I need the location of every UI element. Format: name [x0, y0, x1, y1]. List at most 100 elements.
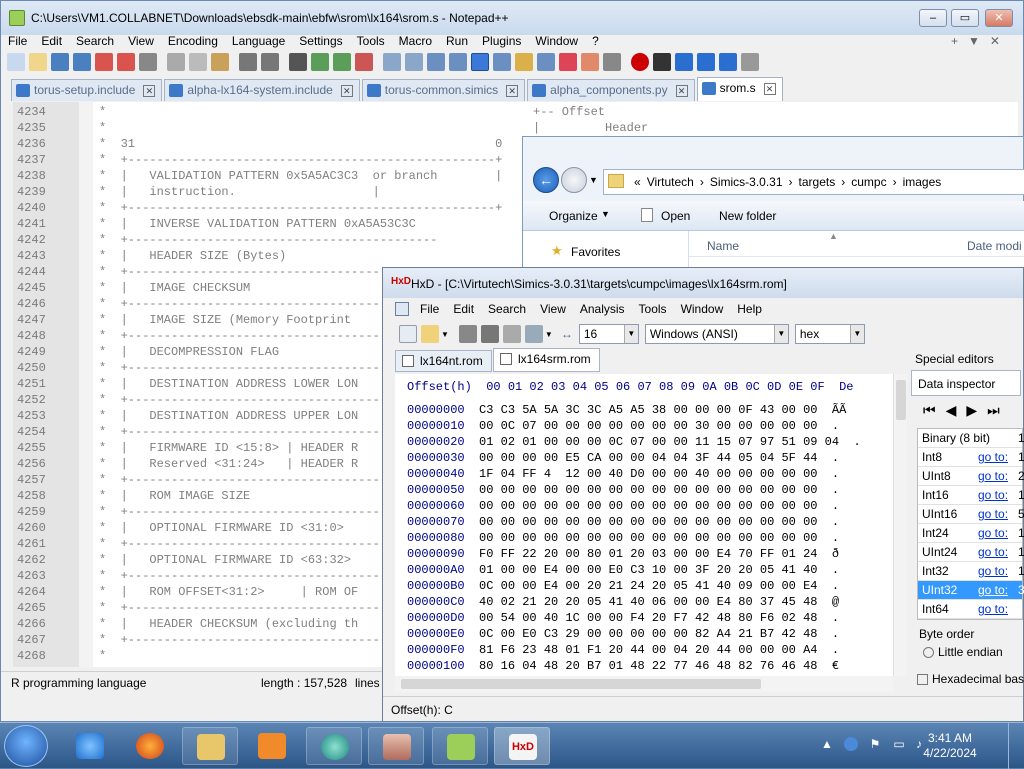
- hxd-menu-search[interactable]: Search: [481, 300, 533, 318]
- scroll-thumb[interactable]: [896, 380, 906, 420]
- hxd-menu-file[interactable]: File: [413, 300, 446, 318]
- hex-ascii[interactable]: .: [832, 499, 839, 513]
- inspector-row[interactable]: UInt24 go to: 1: [918, 543, 1024, 562]
- monitor-icon[interactable]: ▭: [892, 737, 906, 751]
- menu-tools[interactable]: Tools: [350, 32, 392, 50]
- hxd-open-dropdown-icon[interactable]: ▼: [441, 330, 449, 339]
- menu-file[interactable]: File: [1, 32, 34, 50]
- first-icon[interactable]: ⏮: [923, 402, 936, 419]
- hex-ascii[interactable]: .: [832, 579, 839, 593]
- inspector-row[interactable]: Int24 go to: 1: [918, 524, 1024, 543]
- hxd-new-icon[interactable]: [399, 325, 417, 343]
- hex-ascii[interactable]: .: [853, 435, 860, 449]
- tab-close-icon[interactable]: ✕: [143, 85, 156, 97]
- taskbar-app-curve[interactable]: [368, 727, 424, 765]
- npp-titlebar[interactable]: C:\Users\VM1.COLLABNET\Downloads\ebsdk-m…: [1, 1, 1023, 35]
- previous-icon[interactable]: ◀: [946, 402, 957, 419]
- hxd-print-icon[interactable]: [502, 325, 521, 343]
- hex-ascii[interactable]: ÃÃ: [832, 403, 846, 417]
- hex-ascii[interactable]: @: [832, 595, 839, 609]
- address-bar[interactable]: « Virtutech › Simics-3.0.31 › targets › …: [603, 169, 1024, 195]
- hex-bytes[interactable]: 00 00 00 00 00 00 00 00 00 00 00 00 00 0…: [479, 499, 817, 513]
- menu-edit[interactable]: Edit: [34, 32, 69, 50]
- inspector-goto-link[interactable]: go to:: [978, 564, 1008, 578]
- hex-ascii[interactable]: .: [832, 483, 839, 497]
- hex-ascii[interactable]: .: [832, 563, 839, 577]
- forward-arrow-icon[interactable]: [561, 167, 587, 193]
- open-file-icon[interactable]: [29, 53, 47, 71]
- favorites-link[interactable]: Favorites: [571, 245, 620, 259]
- new-file-icon[interactable]: [7, 53, 25, 71]
- hxd-titlebar[interactable]: HxD HxD - [C:\Virtutech\Simics-3.0.31\ta…: [383, 268, 1023, 298]
- inspector-row[interactable]: UInt16 go to: 5: [918, 505, 1024, 524]
- menu-help[interactable]: ?: [585, 32, 606, 50]
- view-icon[interactable]: [603, 53, 621, 71]
- inspector-row[interactable]: Int32 go to: 1: [918, 562, 1024, 581]
- organize-button[interactable]: Organize: [549, 209, 598, 223]
- breadcrumb-images[interactable]: images: [903, 175, 942, 189]
- hex-bytes[interactable]: 1F 04 FF 4 12 00 40 D0 00 00 40 00 00 00…: [479, 467, 817, 481]
- trim-icon[interactable]: [741, 53, 759, 71]
- taskbar-hxd[interactable]: HxD: [494, 727, 550, 765]
- inspector-row[interactable]: UInt8 go to: 2: [918, 467, 1024, 486]
- tab-close-icon[interactable]: ✕: [675, 85, 688, 97]
- document-map-icon[interactable]: [493, 53, 511, 71]
- hex-vertical-scrollbar[interactable]: [893, 374, 907, 676]
- menu-window[interactable]: Window: [528, 32, 585, 50]
- hex-bytes[interactable]: 00 0C 07 00 00 00 00 00 00 00 30 00 00 0…: [479, 419, 817, 433]
- undo-icon[interactable]: [239, 53, 257, 71]
- save-all-icon[interactable]: [73, 53, 91, 71]
- sync-vertical-icon[interactable]: [383, 53, 401, 71]
- menu-language[interactable]: Language: [225, 32, 292, 50]
- menu-settings[interactable]: Settings: [292, 32, 349, 50]
- npp-menubar-controls[interactable]: + ▼ ✕: [951, 34, 1000, 48]
- inspector-row[interactable]: UInt32 go to: 3: [918, 581, 1024, 600]
- save-icon[interactable]: [51, 53, 69, 71]
- data-inspector-tab[interactable]: Data inspector: [911, 370, 1021, 396]
- tab-close-icon[interactable]: ✕: [763, 83, 776, 95]
- inspector-goto-link[interactable]: go to:: [978, 545, 1008, 559]
- folder-workspace-icon[interactable]: [537, 53, 555, 71]
- minimize-button[interactable]: –: [919, 9, 947, 27]
- hxd-open-icon[interactable]: [421, 325, 439, 343]
- hex-ascii[interactable]: .: [832, 451, 839, 465]
- tab-torus-setup[interactable]: torus-setup.include ✕: [11, 79, 163, 101]
- hex-ascii[interactable]: €: [832, 659, 839, 673]
- stop-macro-icon[interactable]: [653, 53, 671, 71]
- recent-pages-icon[interactable]: ▼: [589, 175, 598, 185]
- menu-view[interactable]: View: [121, 32, 161, 50]
- breadcrumb-overflow[interactable]: «: [634, 175, 641, 189]
- inspector-goto-link[interactable]: go to:: [978, 602, 1008, 616]
- show-hidden-icons-icon[interactable]: ▲: [820, 737, 834, 751]
- hex-bytes[interactable]: 00 00 00 00 00 00 00 00 00 00 00 00 00 0…: [479, 531, 817, 545]
- tab-srom[interactable]: srom.s ✕: [696, 77, 783, 101]
- hex-bytes[interactable]: 81 F6 23 48 01 F1 20 44 00 04 20 44 00 0…: [479, 643, 817, 657]
- tab-alpha-components[interactable]: alpha_components.py ✕: [527, 79, 695, 101]
- close-all-icon[interactable]: [117, 53, 135, 71]
- zoom-out-icon[interactable]: [355, 53, 373, 71]
- hxd-close-icon[interactable]: [480, 325, 499, 343]
- maximize-button[interactable]: ▭: [951, 9, 979, 27]
- menu-encoding[interactable]: Encoding: [161, 32, 225, 50]
- inspector-row[interactable]: Int8 go to: 1: [918, 448, 1024, 467]
- print-icon[interactable]: [139, 53, 157, 71]
- copy-icon[interactable]: [189, 53, 207, 71]
- breadcrumb-simics[interactable]: Simics-3.0.31: [710, 175, 783, 189]
- save-macro-icon[interactable]: [719, 53, 737, 71]
- hxd-tab-lx164srm[interactable]: lx164srm.rom: [493, 348, 600, 372]
- run-macro-multiple-icon[interactable]: [697, 53, 715, 71]
- tab-alpha-lx164-system[interactable]: alpha-lx164-system.include ✕: [164, 79, 360, 101]
- panel-icon[interactable]: [581, 53, 599, 71]
- record-macro-icon[interactable]: [631, 53, 649, 71]
- sync-horizontal-icon[interactable]: [405, 53, 423, 71]
- taskbar-ie[interactable]: [62, 727, 118, 765]
- next-icon[interactable]: ▶: [966, 402, 977, 419]
- hex-ascii[interactable]: .: [832, 627, 839, 641]
- taskbar-clock[interactable]: 3:41 AM 4/22/2024: [918, 731, 982, 761]
- hxd-menu-window[interactable]: Window: [674, 300, 731, 318]
- hex-bytes[interactable]: 80 16 04 48 20 B7 01 48 22 77 46 48 82 7…: [479, 659, 817, 673]
- menu-plugins[interactable]: Plugins: [475, 32, 528, 50]
- hxd-menu-help[interactable]: Help: [730, 300, 769, 318]
- show-all-chars-icon[interactable]: [449, 53, 467, 71]
- breadcrumb-separator[interactable]: ›: [700, 175, 704, 189]
